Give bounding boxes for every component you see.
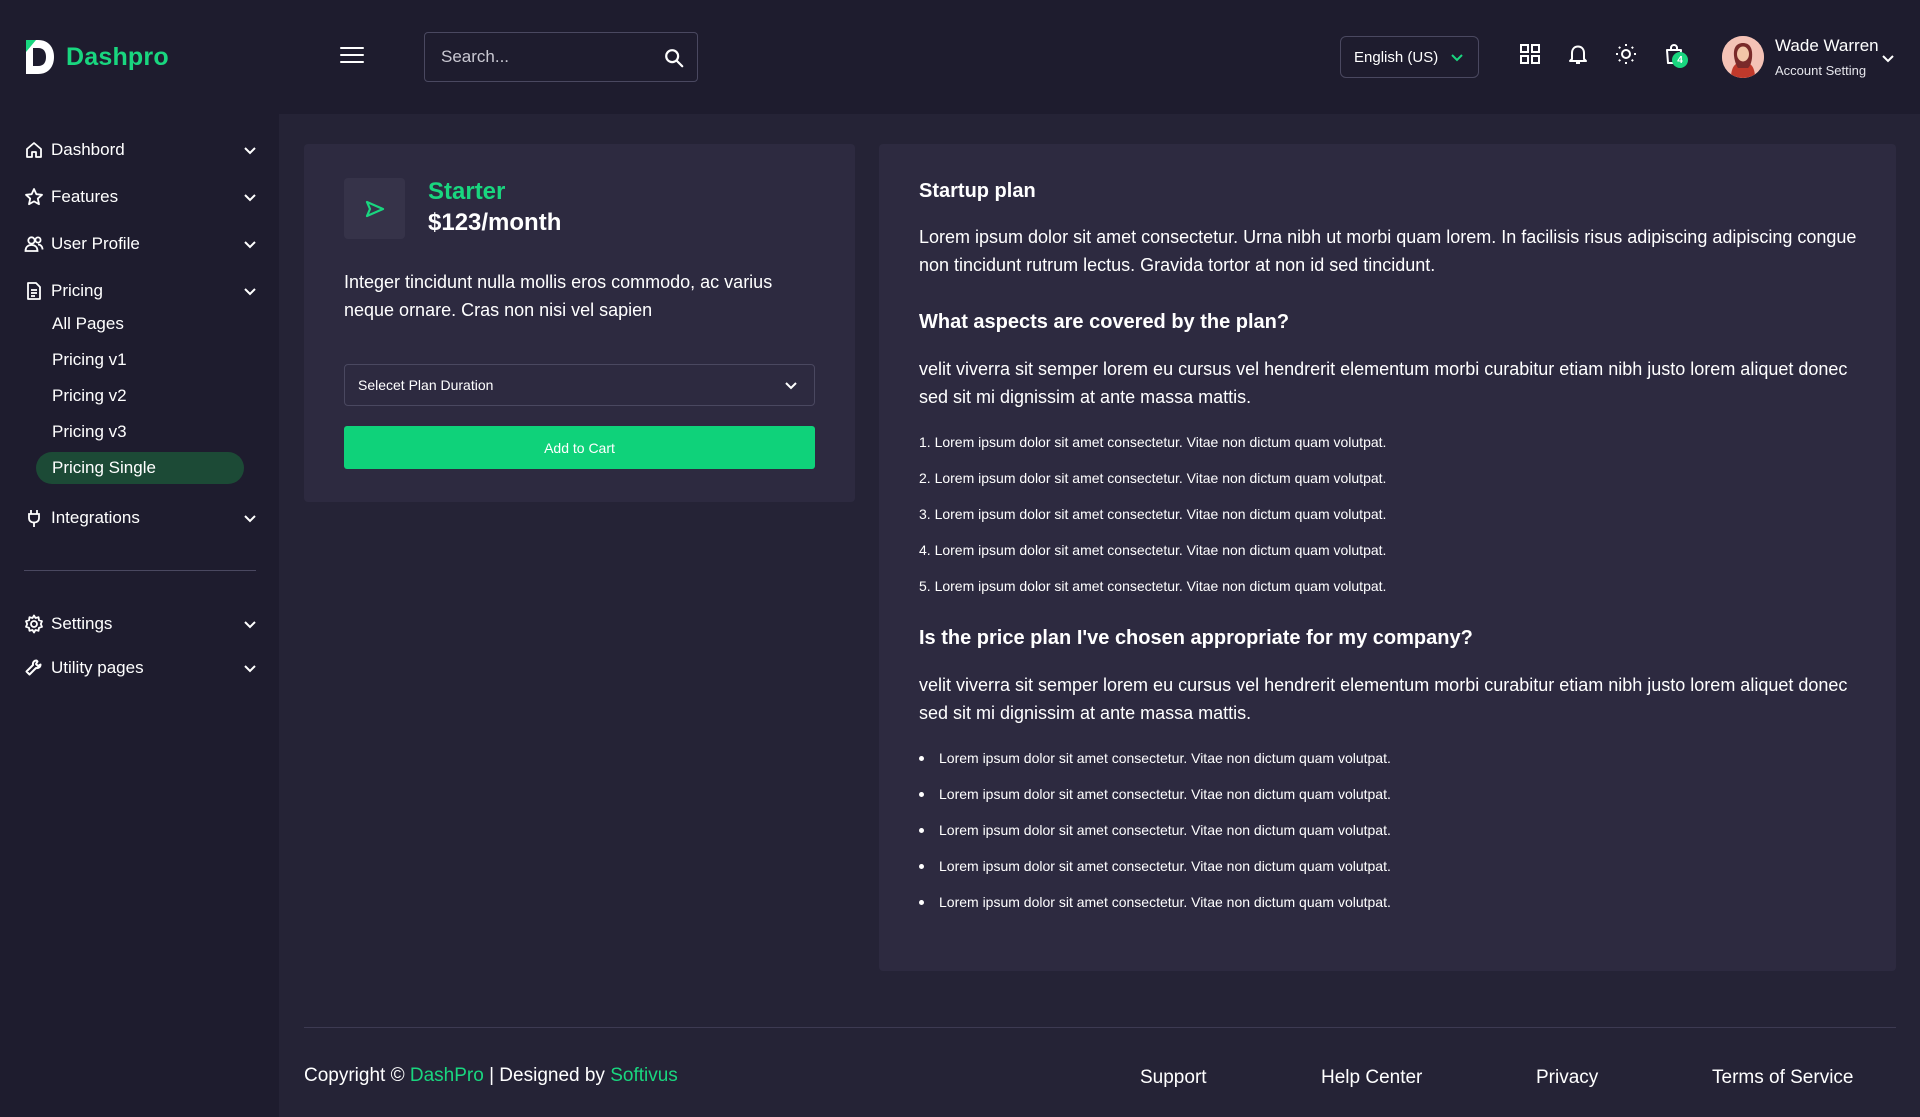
bullet-dot xyxy=(919,900,924,905)
details-heading-2: What aspects are covered by the plan? xyxy=(919,311,1290,333)
bell-icon[interactable] xyxy=(1566,42,1590,66)
sun-icon[interactable] xyxy=(1614,42,1638,66)
sidebar-item-features[interactable]: Features xyxy=(24,182,258,212)
ordered-list-item: 2. Lorem ipsum dolor sit amet consectetu… xyxy=(919,470,1387,486)
wrench-icon xyxy=(25,659,42,676)
language-select[interactable]: English (US) xyxy=(1340,36,1479,78)
copyright-mid: | Designed by xyxy=(489,1065,605,1086)
add-to-cart-button[interactable]: Add to Cart xyxy=(344,426,815,469)
sidebar-item-user-profile[interactable]: User Profile xyxy=(24,229,258,259)
brand-logo[interactable]: Dashpro xyxy=(22,38,169,76)
sidebar-divider xyxy=(24,570,256,571)
footer-link-privacy[interactable]: Privacy xyxy=(1536,1067,1598,1089)
bullet-list-item: Lorem ipsum dolor sit amet consectetur. … xyxy=(939,858,1391,874)
plan-price: $123/month xyxy=(428,209,562,236)
logo-icon xyxy=(26,40,54,74)
cart-count-badge: 4 xyxy=(1672,52,1688,68)
chevron-down-icon xyxy=(244,665,256,673)
details-paragraph-2: velit viverra sit semper lorem eu cursus… xyxy=(919,359,1848,407)
ordered-list-item: 3. Lorem ipsum dolor sit amet consectetu… xyxy=(919,506,1387,522)
footer-copyright: Copyright © DashPro | Designed by Softiv… xyxy=(304,1065,678,1087)
sidebar-item-settings[interactable]: Settings xyxy=(24,609,258,639)
plan-name: Starter xyxy=(428,178,506,205)
sidebar-item-label: Features xyxy=(51,187,119,206)
search-box xyxy=(424,32,698,82)
sidebar-item-label: Utility pages xyxy=(51,658,144,677)
bullet-list-item: Lorem ipsum dolor sit amet consectetur. … xyxy=(939,786,1391,802)
sidebar-subitem-all-pages[interactable]: All Pages xyxy=(52,314,124,334)
document-icon xyxy=(27,282,41,300)
sidebar-item-integrations[interactable]: Integrations xyxy=(24,503,258,533)
sidebar-item-pricing[interactable]: Pricing xyxy=(24,276,258,306)
chevron-down-icon xyxy=(785,382,797,390)
footer-link-help-center[interactable]: Help Center xyxy=(1321,1067,1422,1089)
footer-divider xyxy=(304,1027,1896,1028)
sidebar-item-label: Integrations xyxy=(51,508,140,527)
plan-duration-label: Selecet Plan Duration xyxy=(358,377,494,393)
chevron-down-icon xyxy=(244,194,256,202)
chevron-down-icon xyxy=(244,515,256,523)
plug-icon xyxy=(28,510,40,527)
ordered-list-item: 4. Lorem ipsum dolor sit amet consectetu… xyxy=(919,542,1387,558)
account-setting-link[interactable]: Account Setting xyxy=(1775,63,1866,78)
bullet-list-item: Lorem ipsum dolor sit amet consectetur. … xyxy=(939,750,1391,766)
avatar[interactable] xyxy=(1722,36,1764,78)
ordered-list-item: 1. Lorem ipsum dolor sit amet consectetu… xyxy=(919,434,1387,450)
search-icon[interactable] xyxy=(663,47,685,69)
copyright-prefix: Copyright © xyxy=(304,1065,405,1086)
users-icon xyxy=(24,236,44,252)
details-heading-3: Is the price plan I've chosen appropriat… xyxy=(919,627,1473,649)
bullet-list-item: Lorem ipsum dolor sit amet consectetur. … xyxy=(939,894,1391,910)
search-input[interactable] xyxy=(441,47,651,67)
star-icon xyxy=(25,188,43,206)
sidebar-subitem-pricing-single[interactable]: Pricing Single xyxy=(36,452,244,484)
bullet-dot xyxy=(919,828,924,833)
ordered-list-item: 5. Lorem ipsum dolor sit amet consectetu… xyxy=(919,578,1387,594)
sidebar-item-label: Pricing xyxy=(51,281,103,300)
sidebar-item-label: Settings xyxy=(51,614,113,633)
sidebar-item-label: User Profile xyxy=(51,234,140,253)
plan-duration-select[interactable]: Selecet Plan Duration xyxy=(344,364,815,406)
chevron-down-icon xyxy=(244,621,256,629)
bullet-dot xyxy=(919,792,924,797)
chevron-down-icon xyxy=(244,241,256,249)
apps-grid-icon[interactable] xyxy=(1518,42,1542,66)
details-heading-1: Startup plan xyxy=(919,180,1036,202)
plan-icon-box xyxy=(344,178,405,239)
chevron-down-icon xyxy=(1451,54,1463,62)
copyright-brand-link[interactable]: DashPro xyxy=(410,1065,484,1086)
sidebar-subitem-pricing-v2[interactable]: Pricing v2 xyxy=(52,386,127,406)
menu-toggle-icon[interactable] xyxy=(340,47,364,67)
gear-icon xyxy=(25,614,43,634)
details-paragraph-3: velit viverra sit semper lorem eu cursus… xyxy=(919,675,1848,723)
home-icon xyxy=(26,142,42,158)
bullet-dot xyxy=(919,756,924,761)
top-header: Dashpro English (US) 4 Wad xyxy=(0,0,1920,114)
bullet-dot xyxy=(919,864,924,869)
send-icon xyxy=(365,200,384,217)
bullet-list-item: Lorem ipsum dolor sit amet consectetur. … xyxy=(939,822,1391,838)
designer-link[interactable]: Softivus xyxy=(610,1065,678,1086)
brand-name: Dashpro xyxy=(66,42,169,71)
plan-description: Integer tincidunt nulla mollis eros comm… xyxy=(344,272,773,320)
sidebar-item-dashboard[interactable]: Dashbord xyxy=(24,135,258,165)
chevron-down-icon xyxy=(244,288,256,296)
user-name: Wade Warren xyxy=(1775,36,1879,55)
chevron-down-icon xyxy=(244,147,256,155)
footer-link-support[interactable]: Support xyxy=(1140,1067,1207,1089)
details-paragraph-1: Lorem ipsum dolor sit amet consectetur. … xyxy=(919,227,1857,275)
language-label: English (US) xyxy=(1354,48,1439,66)
sidebar-item-label: Dashbord xyxy=(51,140,125,159)
chevron-down-icon[interactable] xyxy=(1880,50,1896,66)
sidebar-subitem-pricing-v1[interactable]: Pricing v1 xyxy=(52,350,127,370)
sidebar-item-utility-pages[interactable]: Utility pages xyxy=(24,653,258,683)
sidebar-subitem-pricing-v3[interactable]: Pricing v3 xyxy=(52,422,127,442)
footer-link-terms[interactable]: Terms of Service xyxy=(1712,1067,1853,1089)
